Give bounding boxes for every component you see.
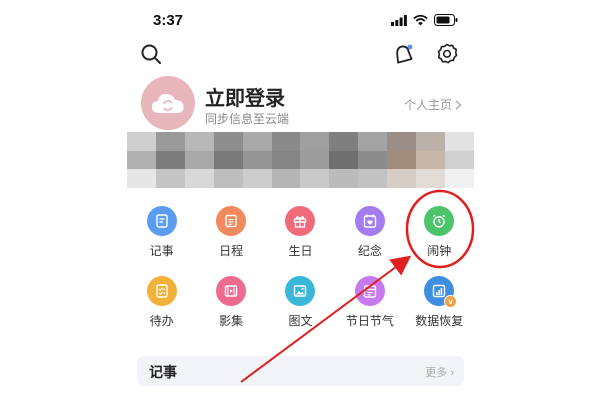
feature-data-restore[interactable]: v 数据恢复	[409, 268, 469, 338]
feature-label: 待办	[149, 314, 174, 328]
avatar[interactable]	[141, 76, 195, 130]
image-text-icon	[285, 276, 316, 306]
feature-label: 生日	[288, 244, 313, 258]
wifi-icon	[413, 14, 428, 25]
cloud-sync-icon	[152, 94, 184, 113]
feature-schedule[interactable]: 日程	[201, 198, 261, 268]
schedule-icon	[216, 206, 247, 236]
notes-more-link[interactable]: 更多 ›	[425, 364, 454, 380]
feature-album[interactable]: 影集	[201, 268, 261, 338]
feature-image-text[interactable]: 图文	[270, 268, 330, 338]
search-button[interactable]	[137, 40, 165, 68]
feature-alarm[interactable]: 闹钟	[409, 198, 469, 268]
signal-icon	[391, 14, 407, 26]
personal-homepage-label: 个人主页	[403, 98, 452, 112]
feature-label: 数据恢复	[415, 314, 464, 328]
notification-bell-icon	[396, 44, 413, 64]
phone-screen: 3:37 立即登录 同步信息至云端 个人主页 记事 日程 生日 纪念 闹钟 待办…	[127, 0, 474, 400]
feature-label: 纪念	[357, 244, 382, 258]
feature-note[interactable]: 记事	[132, 198, 192, 268]
login-subtitle: 同步信息至云端	[205, 112, 290, 126]
todo-icon	[146, 276, 177, 306]
settings-button[interactable]	[433, 40, 461, 68]
album-icon	[216, 276, 247, 306]
status-icons	[391, 14, 458, 26]
battery-icon	[434, 14, 458, 26]
feature-label: 影集	[219, 314, 244, 328]
pixelated-banner	[127, 132, 474, 188]
status-time: 3:37	[153, 12, 184, 29]
top-bar	[127, 40, 474, 70]
feature-anniversary[interactable]: 纪念	[340, 198, 400, 268]
restore-badge-icon: v	[444, 295, 458, 308]
feature-festival[interactable]: 节日节气	[340, 268, 400, 338]
notes-section-header: 记事 更多 ›	[137, 356, 464, 386]
feature-row: 待办 影集 图文 节日节气 v 数据恢复	[127, 268, 474, 338]
notes-more-label: 更多	[425, 367, 448, 379]
anniversary-icon	[354, 206, 385, 236]
feature-label: 记事	[149, 244, 174, 258]
note-icon	[146, 206, 177, 236]
feature-label: 图文	[288, 314, 313, 328]
feature-row: 记事 日程 生日 纪念 闹钟	[127, 198, 474, 268]
feature-label: 节日节气	[345, 314, 394, 328]
feature-todo[interactable]: 待办	[132, 268, 192, 338]
notes-section-title: 记事	[149, 364, 177, 380]
feature-grid: 记事 日程 生日 纪念 闹钟 待办 影集 图文 节日节气 v 数据恢复	[127, 198, 474, 338]
feature-birthday[interactable]: 生日	[270, 198, 330, 268]
personal-homepage-link[interactable]: 个人主页	[404, 96, 462, 113]
data-restore-icon: v	[424, 276, 458, 308]
chevron-right-icon: ›	[450, 367, 454, 379]
alarm-clock-icon	[424, 206, 455, 236]
festival-icon	[354, 276, 385, 306]
status-bar: 3:37	[127, 0, 474, 40]
gift-icon	[285, 206, 316, 236]
feature-label: 闹钟	[427, 244, 452, 258]
search-icon	[141, 44, 161, 64]
login-title[interactable]: 立即登录	[205, 82, 285, 111]
chevron-right-icon	[455, 99, 462, 110]
notification-button[interactable]	[389, 40, 417, 68]
settings-gear-icon	[437, 43, 458, 64]
profile-card[interactable]: 立即登录 同步信息至云端 个人主页	[127, 76, 474, 132]
feature-label: 日程	[219, 244, 244, 258]
